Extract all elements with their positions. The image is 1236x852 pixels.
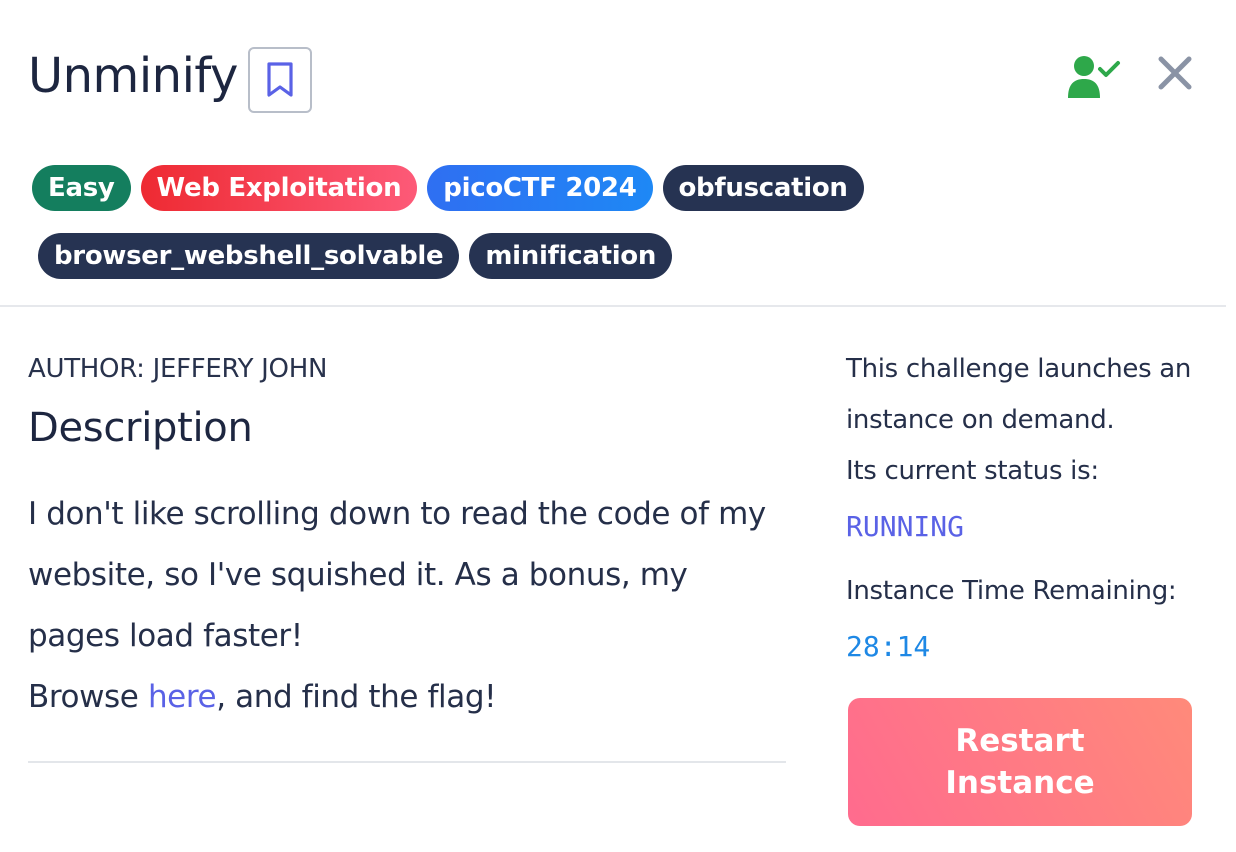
tag-list: Easy Web Exploitation picoCTF 2024 obfus… [32,165,864,301]
tag-obfuscation[interactable]: obfuscation [662,165,864,211]
instance-panel: This challenge launches an instance on d… [846,344,1206,673]
browse-prefix: Browse [28,679,148,715]
tag-row: browser_webshell_solvable minification [38,233,852,279]
time-remaining-label: Instance Time Remaining: [846,576,1177,606]
status-label: Its current status is: [846,456,1099,486]
instance-status: RUNNING [846,510,965,543]
challenge-modal: Unminify Easy Web Exploitation picoCTF 2… [0,0,1236,852]
challenge-title: Unminify [28,48,238,104]
bookmark-button[interactable] [248,47,312,113]
tag-event[interactable]: picoCTF 2024 [427,165,653,211]
tag-row: Easy Web Exploitation picoCTF 2024 obfus… [32,165,864,211]
tag-category[interactable]: Web Exploitation [140,165,418,211]
browse-line: Browse here, and find the flag! [28,667,788,728]
description-body: I don't like scrolling down to read the … [28,484,788,728]
description-text: I don't like scrolling down to read the … [28,496,766,654]
instance-intro: This challenge launches an instance on d… [846,354,1192,435]
browse-suffix: , and find the flag! [216,679,497,715]
divider [0,305,1226,307]
author-label: AUTHOR: JEFFERY JOHN [28,354,328,384]
user-check-icon [1068,56,1120,98]
bookmark-icon [267,62,293,97]
close-icon[interactable] [1156,54,1194,92]
tag-browser-webshell-solvable[interactable]: browser_webshell_solvable [38,233,460,279]
time-remaining-value: 28:14 [846,630,931,663]
description-heading: Description [28,405,253,451]
challenge-link[interactable]: here [148,679,217,715]
restart-instance-button[interactable]: Restart Instance [848,698,1192,826]
divider [28,761,786,763]
tag-minification[interactable]: minification [469,233,673,279]
tag-difficulty[interactable]: Easy [32,165,131,211]
